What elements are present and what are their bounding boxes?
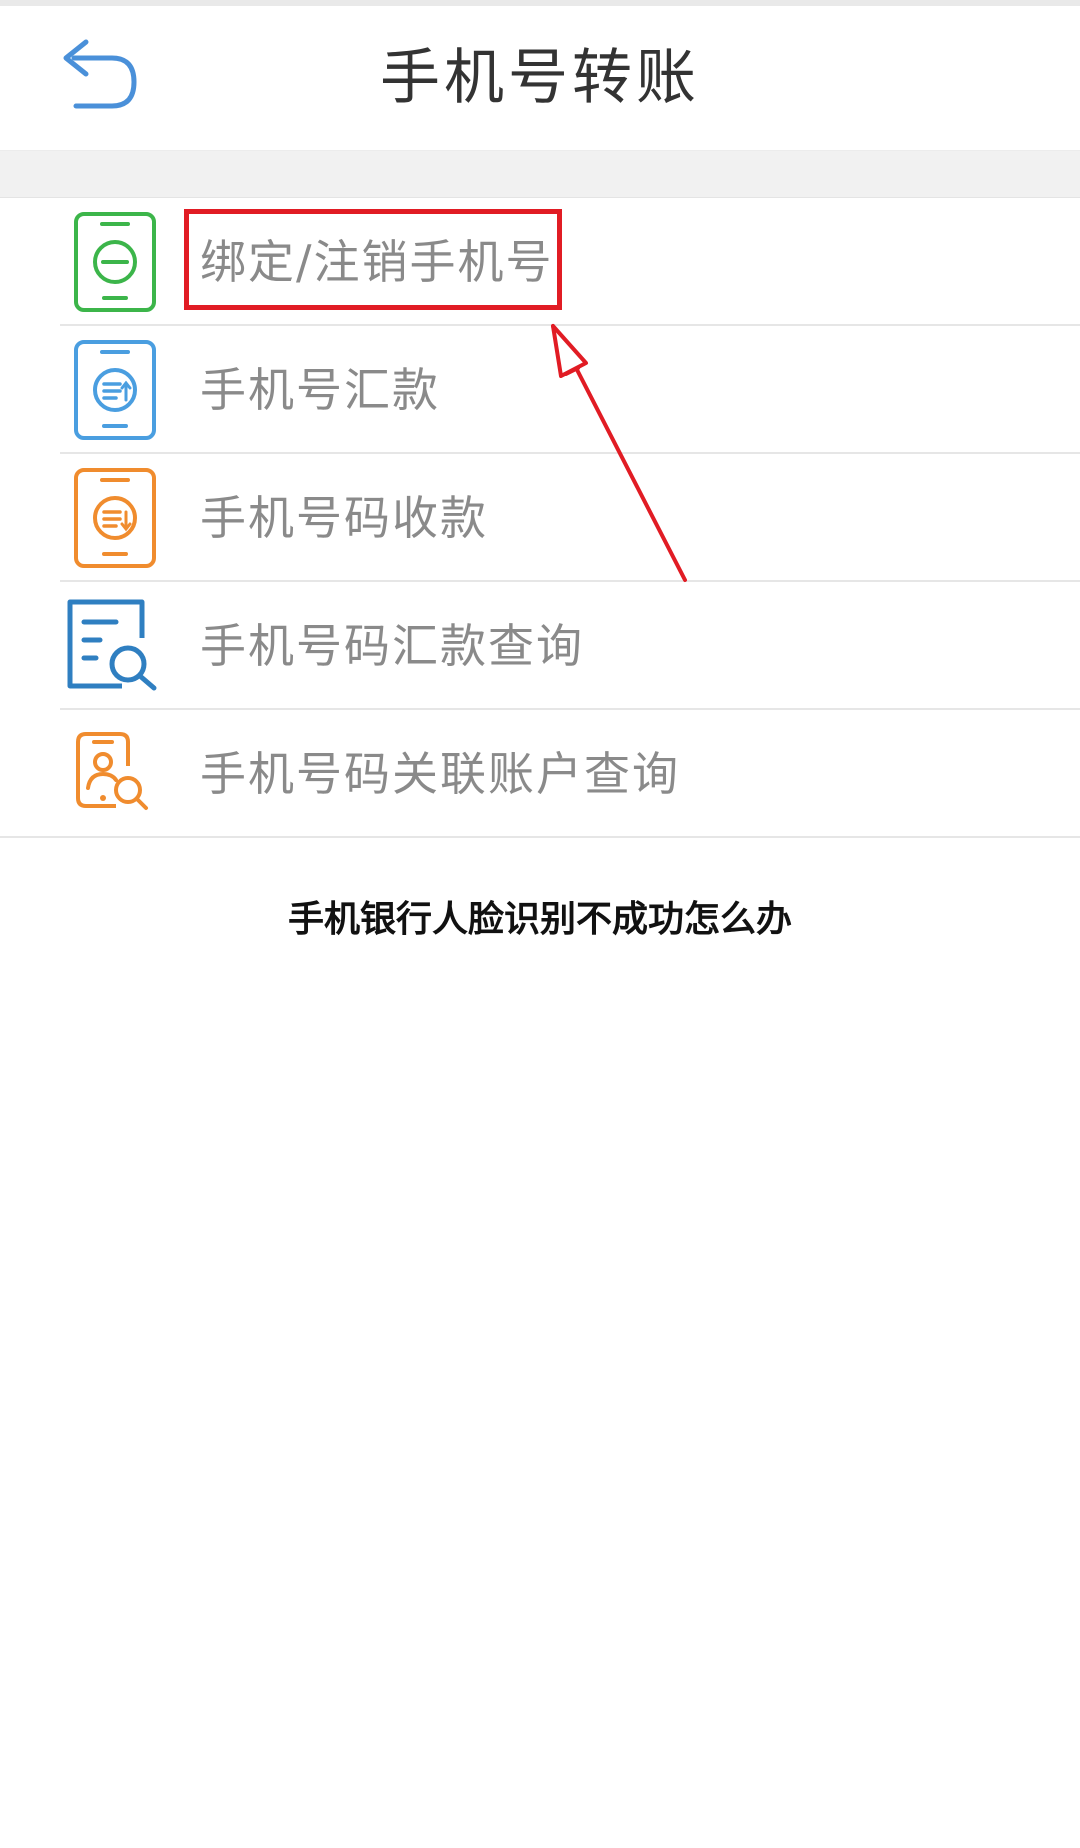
- status-edge: [0, 0, 1080, 6]
- menu-item-remit-query[interactable]: 手机号码汇款查询: [0, 582, 1080, 710]
- menu-item-label: 绑定/注销手机号: [200, 235, 554, 289]
- menu-item-label: 手机号码收款: [200, 491, 488, 545]
- menu-item-phone-receive[interactable]: 手机号码收款: [0, 454, 1080, 582]
- contact-search-icon: [76, 732, 148, 810]
- document-search-icon: [67, 599, 157, 691]
- phone-transfer-page: 手机号转账 绑定/注销手机号 手机号汇款 手机号码收款 手机号码汇款查询 手机号…: [0, 0, 1080, 1848]
- menu-item-phone-remit[interactable]: 手机号汇款: [0, 326, 1080, 454]
- menu-item-label: 手机号码汇款查询: [200, 619, 584, 673]
- caption-text: 手机银行人脸识别不成功怎么办: [287, 899, 792, 940]
- phone-transfer-out-icon: [74, 340, 156, 440]
- row-divider: [0, 836, 1080, 838]
- section-spacer: [0, 150, 1080, 198]
- menu-item-bind-phone[interactable]: 绑定/注销手机号: [0, 198, 1080, 326]
- header-bar: 手机号转账: [0, 0, 1080, 150]
- menu-list: 绑定/注销手机号 手机号汇款 手机号码收款 手机号码汇款查询 手机号码关联账户查…: [0, 198, 1080, 838]
- menu-item-linked-account-query[interactable]: 手机号码关联账户查询: [0, 710, 1080, 838]
- menu-item-label: 手机号汇款: [200, 363, 440, 417]
- phone-minus-icon: [74, 212, 156, 312]
- phone-transfer-in-icon: [74, 468, 156, 568]
- menu-item-label: 手机号码关联账户查询: [200, 747, 680, 801]
- page-title: 手机号转账: [380, 43, 700, 113]
